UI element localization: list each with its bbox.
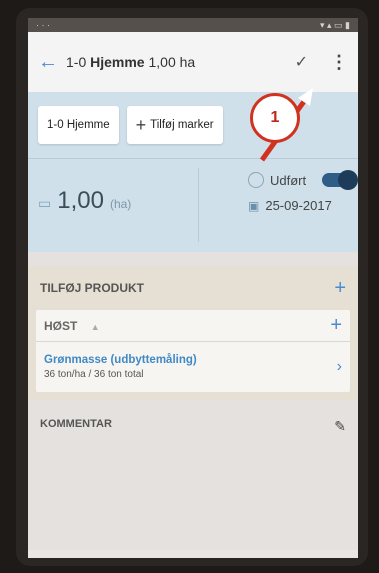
annotation-arrow <box>259 88 313 162</box>
annotation-badge: 1 <box>250 93 300 143</box>
